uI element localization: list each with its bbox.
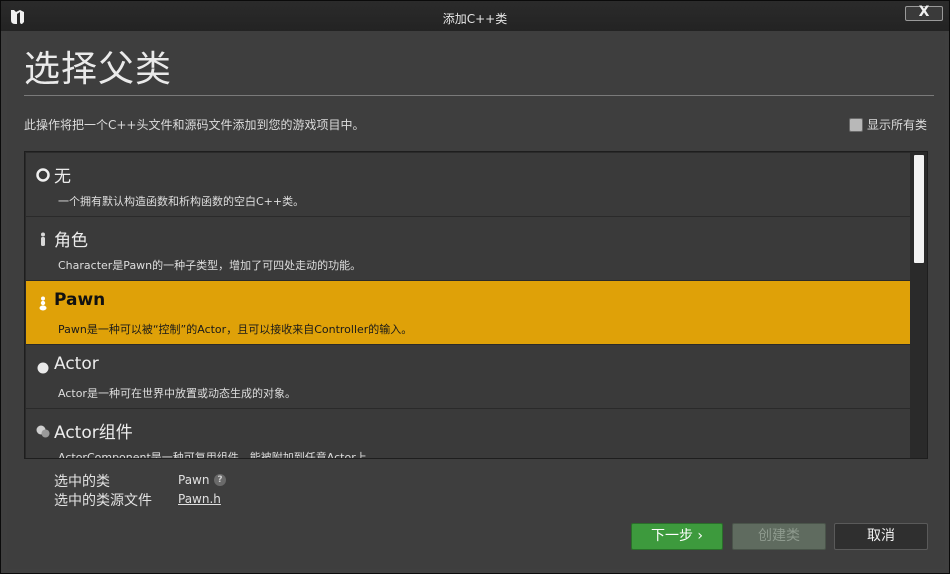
class-item-desc: Actor是一种可在世界中放置或动态生成的对象。: [58, 387, 296, 400]
help-icon[interactable]: ?: [214, 474, 226, 486]
class-item-name: 角色: [54, 231, 88, 251]
class-item-name: Pawn: [54, 290, 106, 310]
class-item-desc: Pawn是一种可以被“控制”的Actor，且可以接收来自Controller的输…: [58, 323, 413, 336]
sphere-icon: [37, 362, 49, 374]
dialog-content: 选择父类 此操作将把一个C++头文件和源码文件添加到您的游戏项目中。 显示所有类…: [7, 31, 945, 569]
class-item-none[interactable]: 无 一个拥有默认构造函数和析构函数的空白C++类。: [26, 153, 910, 216]
class-item-name: 无: [54, 167, 71, 187]
circle-outline-icon: [36, 168, 50, 182]
close-button[interactable]: X: [905, 4, 943, 21]
class-item-actor[interactable]: Actor Actor是一种可在世界中放置或动态生成的对象。: [26, 345, 910, 408]
character-icon: [41, 232, 45, 246]
class-item-desc: Character是Pawn的一种子类型，增加了可四处走动的功能。: [58, 259, 362, 272]
page-title: 选择父类: [24, 49, 173, 90]
selected-class-label: 选中的类: [54, 474, 110, 490]
component-icon: [36, 425, 50, 438]
show-all-classes-toggle[interactable]: 显示所有类: [848, 116, 927, 133]
class-item-desc: ActorComponent是一种可复用组件，能被附加到任意Actor上: [58, 451, 367, 459]
class-item-name: Actor组件: [54, 423, 133, 443]
dialog-description: 此操作将把一个C++头文件和源码文件添加到您的游戏项目中。: [24, 118, 365, 132]
create-class-button[interactable]: 创建类: [732, 523, 826, 550]
selected-source-link[interactable]: Pawn.h: [178, 492, 221, 506]
list-scrollbar[interactable]: [914, 155, 924, 263]
class-item-actor-component[interactable]: Actor组件 ActorComponent是一种可复用组件，能被附加到任意Ac…: [26, 409, 910, 459]
parent-class-list[interactable]: 无 一个拥有默认构造函数和析构函数的空白C++类。 角色 Character是P…: [24, 151, 928, 459]
window-title: 添加C++类: [442, 12, 508, 26]
selected-class-value: Pawn: [178, 473, 210, 487]
pawn-icon: [39, 296, 47, 311]
class-item-character[interactable]: 角色 Character是Pawn的一种子类型，增加了可四处走动的功能。: [26, 217, 910, 280]
class-item-pawn[interactable]: Pawn Pawn是一种可以被“控制”的Actor，且可以接收来自Control…: [26, 281, 910, 344]
show-all-label: 显示所有类: [866, 118, 927, 132]
selected-source-label: 选中的类源文件: [54, 493, 152, 509]
add-cpp-class-dialog: 添加C++类 X 选择父类 此操作将把一个C++头文件和源码文件添加到您的游戏项…: [0, 0, 950, 574]
next-button[interactable]: 下一步 ›: [631, 523, 723, 550]
title-bar[interactable]: 添加C++类 X: [1, 1, 949, 31]
show-all-checkbox[interactable]: [848, 117, 863, 132]
cancel-button[interactable]: 取消: [834, 523, 928, 550]
class-item-name: Actor: [54, 354, 99, 374]
title-divider: [24, 95, 934, 96]
close-icon: X: [918, 4, 930, 20]
class-item-desc: 一个拥有默认构造函数和析构函数的空白C++类。: [58, 195, 305, 208]
